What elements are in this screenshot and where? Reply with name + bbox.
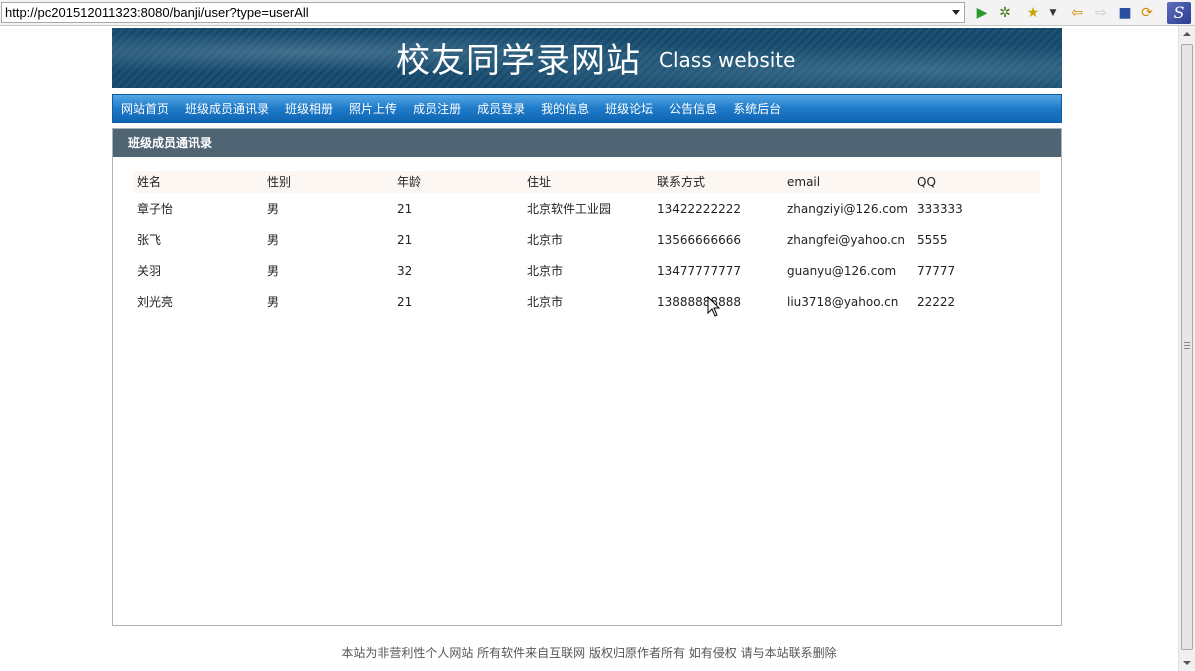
cell-age: 32 — [397, 263, 413, 278]
table-header-row: 姓名 性别 年龄 住址 联系方式 email QQ — [133, 171, 1040, 193]
cell-qq: 5555 — [917, 232, 948, 247]
cell-address: 北京市 — [527, 295, 564, 309]
debug-icon[interactable]: ✲ — [996, 4, 1014, 22]
table-row: 关羽 男 32 北京市 13477777777 guanyu@126.com 7… — [133, 255, 1040, 286]
nav-item-album[interactable]: 班级相册 — [285, 100, 333, 117]
table-row: 刘光亮 男 21 北京市 13888888888 liu3718@yahoo.c… — [133, 286, 1040, 317]
nav-item-notice[interactable]: 公告信息 — [669, 100, 717, 117]
header-address: 住址 — [523, 171, 653, 193]
scroll-up-icon[interactable] — [1179, 26, 1195, 42]
forward-arrow-icon[interactable]: ⇨ — [1092, 4, 1110, 22]
bookmark-dropdown-icon[interactable]: ▼ — [1048, 4, 1058, 22]
nav-item-login[interactable]: 成员登录 — [477, 100, 525, 117]
directory-panel: 班级成员通讯录 姓名 性别 年龄 住址 联系方式 email QQ 章子怡 男 … — [112, 128, 1062, 626]
section-title: 班级成员通讯录 — [113, 129, 1061, 157]
cell-contact: 13422222222 — [657, 201, 741, 216]
cell-email: zhangfei@yahoo.cn — [787, 232, 905, 247]
nav-item-directory[interactable]: 班级成员通讯录 — [185, 100, 269, 117]
nav-item-register[interactable]: 成员注册 — [413, 100, 461, 117]
cell-gender: 男 — [267, 233, 280, 247]
site-title-en: Class website — [659, 48, 796, 72]
header-qq: QQ — [913, 171, 1040, 193]
scroll-thumb[interactable] — [1181, 44, 1193, 650]
main-nav: 网站首页 班级成员通讯录 班级相册 照片上传 成员注册 成员登录 我的信息 班级… — [112, 94, 1062, 123]
stop-icon[interactable]: ■ — [1116, 4, 1134, 22]
address-bar[interactable]: http://pc201512011323:8080/banji/user?ty… — [1, 2, 965, 23]
cell-age: 21 — [397, 201, 413, 216]
page-container: 校友同学录网站 Class website 网站首页 班级成员通讯录 班级相册 … — [112, 28, 1062, 626]
refresh-icon[interactable]: ⟳ — [1138, 4, 1156, 22]
table-row: 张飞 男 21 北京市 13566666666 zhangfei@yahoo.c… — [133, 224, 1040, 255]
cell-name: 刘光亮 — [137, 295, 174, 309]
header-name: 姓名 — [133, 171, 263, 193]
vertical-scrollbar[interactable] — [1178, 26, 1195, 671]
site-banner: 校友同学录网站 Class website — [112, 28, 1062, 88]
cell-email: zhangziyi@126.com — [787, 201, 908, 216]
scroll-down-icon[interactable] — [1179, 655, 1195, 671]
header-contact: 联系方式 — [653, 171, 783, 193]
address-dropdown-icon[interactable] — [952, 10, 960, 15]
cell-qq: 77777 — [917, 263, 956, 278]
go-icon[interactable]: ▶ — [973, 4, 991, 22]
browser-logo-letter: S — [1173, 3, 1185, 22]
address-text: http://pc201512011323:8080/banji/user?ty… — [5, 5, 309, 20]
nav-item-home[interactable]: 网站首页 — [121, 100, 169, 117]
cell-qq: 333333 — [917, 201, 963, 216]
cell-email: liu3718@yahoo.cn — [787, 294, 899, 309]
cell-name: 章子怡 — [137, 202, 174, 216]
cell-address: 北京市 — [527, 264, 564, 278]
nav-item-forum[interactable]: 班级论坛 — [605, 100, 653, 117]
nav-item-upload[interactable]: 照片上传 — [349, 100, 397, 117]
browser-toolbar: http://pc201512011323:8080/banji/user?ty… — [0, 0, 1195, 26]
scroll-grip-icon — [1184, 342, 1190, 349]
site-title-cn: 校友同学录网站 — [396, 41, 641, 81]
cell-age: 21 — [397, 294, 413, 309]
cell-gender: 男 — [267, 295, 280, 309]
cell-name: 张飞 — [137, 233, 162, 247]
browser-logo-icon: S — [1167, 2, 1191, 24]
member-table: 姓名 性别 年龄 住址 联系方式 email QQ 章子怡 男 21 北京软件工… — [133, 171, 1040, 317]
back-arrow-icon[interactable]: ⇦ — [1068, 4, 1086, 22]
nav-item-my-info[interactable]: 我的信息 — [541, 100, 589, 117]
cell-contact: 13477777777 — [657, 263, 741, 278]
table-row: 章子怡 男 21 北京软件工业园 13422222222 zhangziyi@1… — [133, 193, 1040, 224]
header-age: 年龄 — [393, 171, 523, 193]
header-gender: 性别 — [263, 171, 393, 193]
cell-address: 北京市 — [527, 233, 564, 247]
header-email: email — [783, 171, 913, 193]
nav-item-admin[interactable]: 系统后台 — [733, 100, 781, 117]
cell-email: guanyu@126.com — [787, 263, 897, 278]
cell-qq: 22222 — [917, 294, 956, 309]
cell-age: 21 — [397, 232, 413, 247]
cell-contact: 13566666666 — [657, 232, 741, 247]
cell-gender: 男 — [267, 202, 280, 216]
cell-name: 关羽 — [137, 264, 162, 278]
site-footer: 本站为非营利性个人网站 所有软件来自互联网 版权归原作者所有 如有侵权 请与本站… — [341, 646, 837, 660]
cell-address: 北京软件工业园 — [527, 202, 612, 216]
bookmark-star-icon[interactable]: ★ — [1024, 4, 1042, 22]
cell-gender: 男 — [267, 264, 280, 278]
